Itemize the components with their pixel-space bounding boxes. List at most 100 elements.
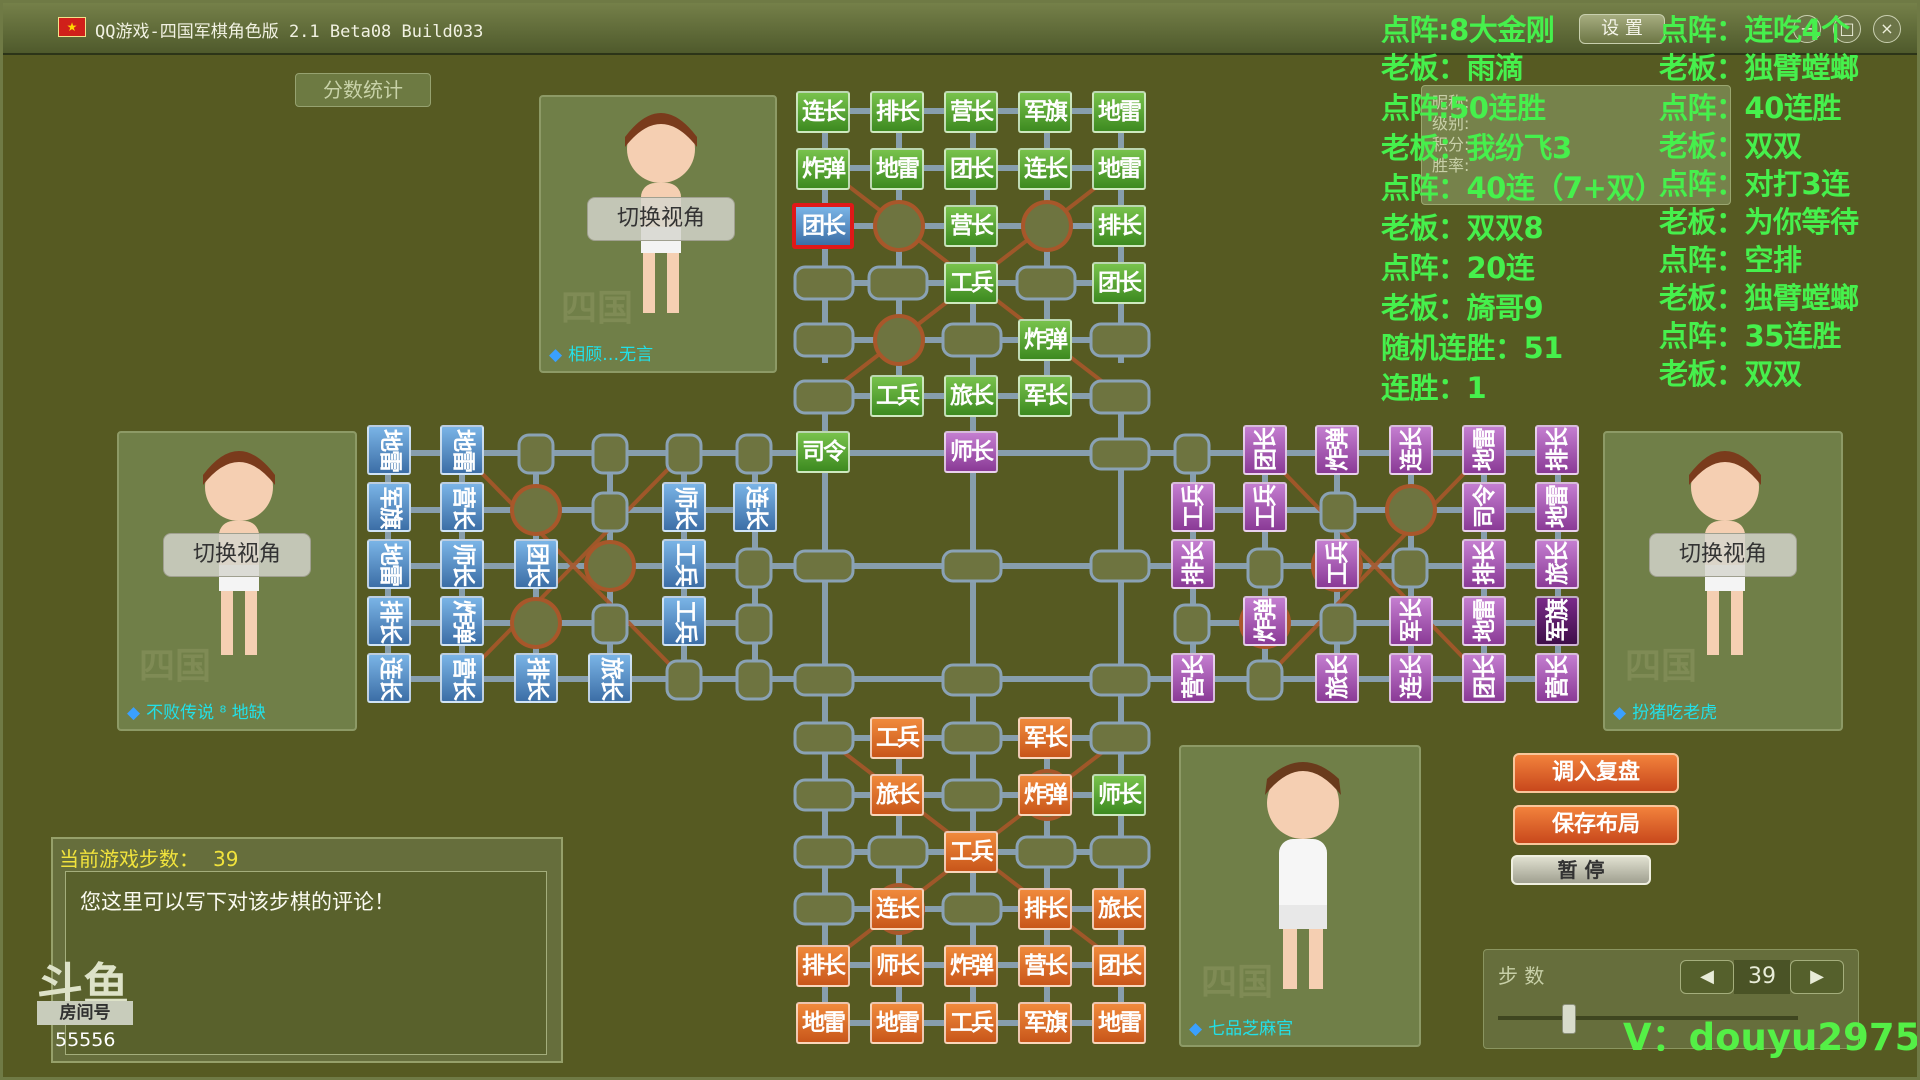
piece-top[interactable]: 连长 xyxy=(796,91,850,133)
piece-top[interactable]: 排长 xyxy=(1092,205,1146,247)
diamond-icon: ◆ xyxy=(549,345,563,365)
load-replay-button[interactable]: 调入复盘 xyxy=(1513,753,1679,793)
player-name-top: ◆ 相顾…无言 xyxy=(549,340,653,365)
piece-top[interactable]: 司令 xyxy=(796,431,850,473)
douyu-watermark: 斗鱼 房间号 55556 xyxy=(33,949,143,1053)
piece-left[interactable]: 炸弹 xyxy=(440,596,484,646)
piece-top[interactable]: 营长 xyxy=(944,91,998,133)
piece-top[interactable]: 工兵 xyxy=(944,262,998,304)
piece-right[interactable]: 排长 xyxy=(1535,425,1579,475)
piece-top[interactable]: 团长 xyxy=(944,148,998,190)
piece-bottom[interactable]: 炸弹 xyxy=(1018,774,1072,816)
step-number: 39 xyxy=(1734,960,1790,994)
piece-left[interactable]: 排长 xyxy=(367,596,411,646)
diamond-icon: ◆ xyxy=(127,703,141,723)
piece-bottom[interactable]: 军长 xyxy=(1018,717,1072,759)
piece-bottom[interactable]: 连长 xyxy=(870,888,924,930)
player-panel-top: 四国 切换视角 ◆ 相顾…无言 xyxy=(539,95,777,373)
piece-top[interactable]: 军长 xyxy=(1018,375,1072,417)
piece-right[interactable]: 炸弹 xyxy=(1315,425,1359,475)
piece-left[interactable]: 工兵 xyxy=(662,539,706,589)
piece-bottom[interactable]: 地雷 xyxy=(870,1002,924,1044)
piece-right[interactable]: 炸弹 xyxy=(1243,596,1287,646)
step-slider-track[interactable] xyxy=(1498,1016,1798,1020)
piece-top-selected[interactable]: 团长 xyxy=(792,203,854,249)
pause-button[interactable]: 暂 停 xyxy=(1511,855,1651,885)
switch-view-button-top[interactable]: 切换视角 xyxy=(587,197,735,241)
piece-top[interactable]: 工兵 xyxy=(870,375,924,417)
switch-view-button-right[interactable]: 切换视角 xyxy=(1649,533,1797,577)
piece-top[interactable]: 地雷 xyxy=(1092,148,1146,190)
piece-bottom[interactable]: 工兵 xyxy=(870,717,924,759)
piece-right[interactable]: 地雷 xyxy=(1462,596,1506,646)
piece-left[interactable]: 团长 xyxy=(514,539,558,589)
piece-bottom[interactable]: 炸弹 xyxy=(944,945,998,987)
piece-left[interactable]: 师长 xyxy=(440,539,484,589)
piece-right[interactable]: 工兵 xyxy=(1243,482,1287,532)
piece-bottom[interactable]: 师长 xyxy=(870,945,924,987)
avatar-boy-icon xyxy=(1265,762,1341,989)
piece-bottom[interactable]: 排长 xyxy=(1018,888,1072,930)
piece-right[interactable]: 地雷 xyxy=(1462,425,1506,475)
piece-right[interactable]: 营长 xyxy=(1171,653,1215,703)
piece-right[interactable]: 军旗 xyxy=(1535,596,1579,646)
piece-left[interactable]: 营长 xyxy=(440,653,484,703)
piece-bottom[interactable]: 排长 xyxy=(796,945,850,987)
player-name-bottom: ◆ 七品芝麻官 xyxy=(1189,1014,1293,1039)
piece-bottom[interactable]: 旅长 xyxy=(870,774,924,816)
piece-bottom[interactable]: 地雷 xyxy=(1092,1002,1146,1044)
piece-top[interactable]: 炸弹 xyxy=(1018,319,1072,361)
piece-right[interactable]: 师长 xyxy=(944,431,998,473)
piece-right[interactable]: 工兵 xyxy=(1315,539,1359,589)
piece-left[interactable]: 排长 xyxy=(514,653,558,703)
piece-left[interactable]: 工兵 xyxy=(662,596,706,646)
piece-right[interactable]: 团长 xyxy=(1243,425,1287,475)
save-layout-button[interactable]: 保存布局 xyxy=(1513,805,1679,845)
piece-right[interactable]: 连长 xyxy=(1389,425,1433,475)
piece-left[interactable]: 营长 xyxy=(440,482,484,532)
piece-left[interactable]: 师长 xyxy=(662,482,706,532)
piece-top[interactable]: 军旗 xyxy=(1018,91,1072,133)
piece-left[interactable]: 旅长 xyxy=(588,653,632,703)
piece-right[interactable]: 军长 xyxy=(1389,596,1433,646)
piece-left[interactable]: 地雷 xyxy=(367,539,411,589)
piece-right[interactable]: 工兵 xyxy=(1171,482,1215,532)
piece-top[interactable]: 旅长 xyxy=(944,375,998,417)
piece-bottom[interactable]: 军旗 xyxy=(1018,1002,1072,1044)
step-back-button[interactable]: ◀ xyxy=(1680,960,1734,994)
switch-view-button-left[interactable]: 切换视角 xyxy=(163,533,311,577)
piece-left[interactable]: 军旗 xyxy=(367,482,411,532)
piece-bottom[interactable]: 地雷 xyxy=(796,1002,850,1044)
piece-right[interactable]: 司令 xyxy=(1462,482,1506,532)
piece-left[interactable]: 地雷 xyxy=(367,425,411,475)
piece-right[interactable]: 排长 xyxy=(1171,539,1215,589)
piece-top[interactable]: 地雷 xyxy=(870,148,924,190)
piece-left[interactable]: 连长 xyxy=(367,653,411,703)
piece-top[interactable]: 营长 xyxy=(944,205,998,247)
piece-bottom[interactable]: 工兵 xyxy=(944,1002,998,1044)
player-name-left: ◆ 不败传说 ⁸ 地缺 xyxy=(127,698,266,723)
piece-top[interactable]: 地雷 xyxy=(1092,91,1146,133)
piece-top[interactable]: 炸弹 xyxy=(796,148,850,190)
piece-right[interactable]: 旅长 xyxy=(1535,539,1579,589)
piece-right[interactable]: 旅长 xyxy=(1315,653,1359,703)
piece-right[interactable]: 连长 xyxy=(1389,653,1433,703)
piece-top[interactable]: 排长 xyxy=(870,91,924,133)
piece-left[interactable]: 连长 xyxy=(733,482,777,532)
piece-bottom[interactable]: 营长 xyxy=(1018,945,1072,987)
step-slider-handle[interactable] xyxy=(1562,1004,1576,1034)
piece-bottom[interactable]: 工兵 xyxy=(944,831,998,873)
piece-right[interactable]: 团长 xyxy=(1462,653,1506,703)
piece-top[interactable]: 师长 xyxy=(1092,774,1146,816)
piece-bottom[interactable]: 团长 xyxy=(1092,945,1146,987)
piece-right[interactable]: 营长 xyxy=(1535,653,1579,703)
step-forward-button[interactable]: ▶ xyxy=(1790,960,1844,994)
piece-right[interactable]: 地雷 xyxy=(1535,482,1579,532)
player-name-right: ◆ 扮猪吃老虎 xyxy=(1613,698,1717,723)
piece-bottom[interactable]: 旅长 xyxy=(1092,888,1146,930)
piece-right[interactable]: 排长 xyxy=(1462,539,1506,589)
piece-left[interactable]: 地雷 xyxy=(440,425,484,475)
piece-top[interactable]: 团长 xyxy=(1092,262,1146,304)
steps-label: 步 数 xyxy=(1498,964,1545,988)
piece-top[interactable]: 连长 xyxy=(1018,148,1072,190)
